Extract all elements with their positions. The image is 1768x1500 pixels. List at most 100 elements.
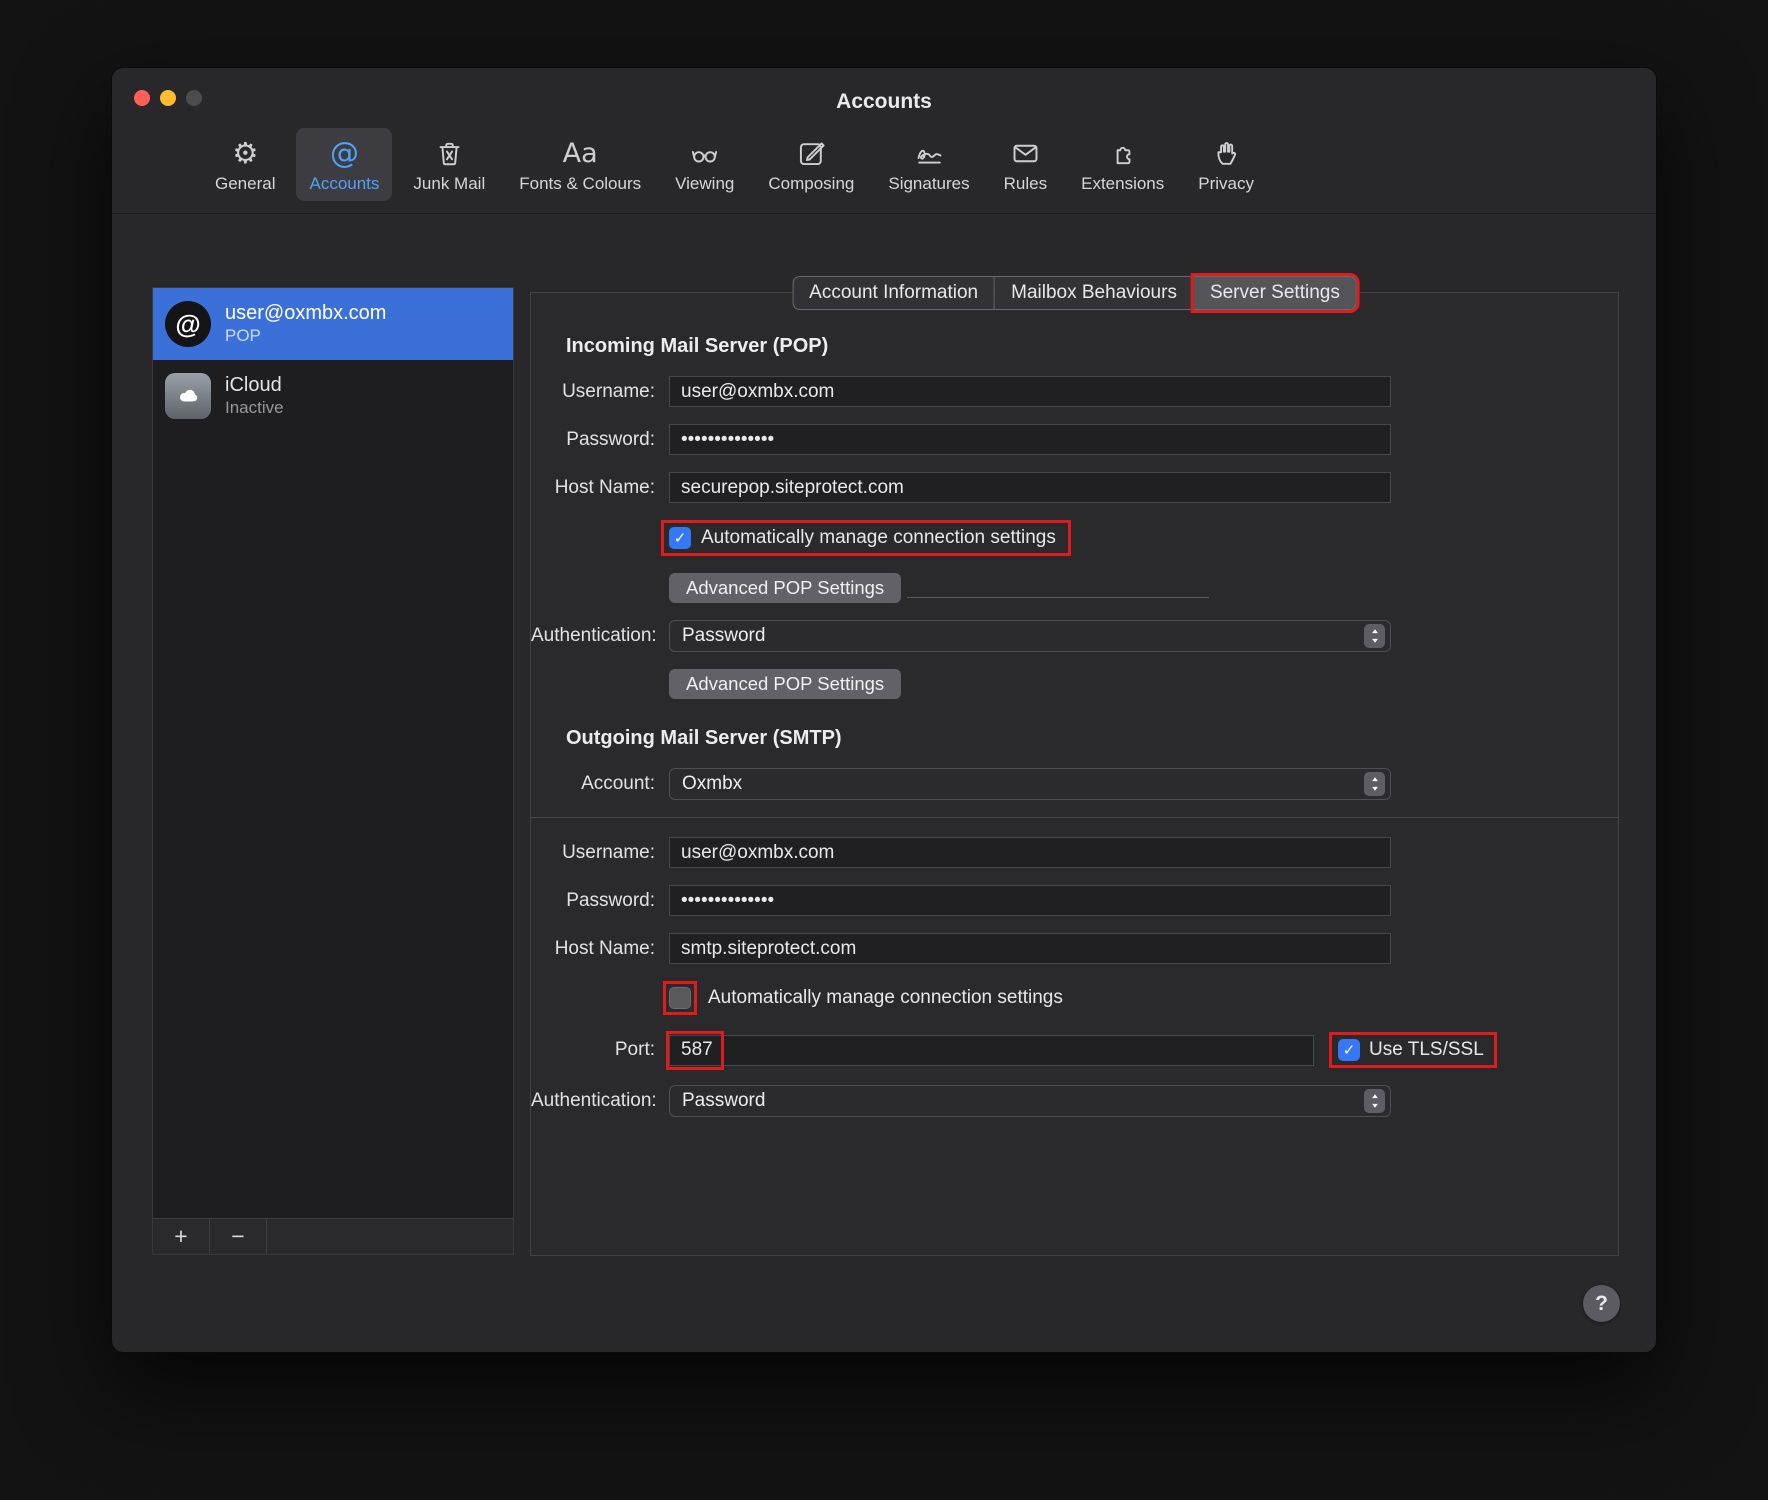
toolbar-item-general[interactable]: ⚙ General [202,128,288,201]
password-label: Password: [531,890,655,912]
toolbar-label: Rules [1004,174,1047,194]
account-label: Account: [531,773,655,795]
smtp-username-row: Username: user@oxmbx.com [531,837,1618,868]
smtp-authentication-select[interactable]: Password [669,1085,1391,1117]
account-name: iCloud [225,374,284,397]
popup-stepper-icon [1364,1089,1385,1113]
smtp-host-value: smtp.siteprotect.com [681,938,856,960]
smtp-auto-manage-label: Automatically manage connection settings [708,987,1063,1009]
toolbar-item-signatures[interactable]: Signatures [875,128,982,201]
annotation-box-tls: Use TLS/SSL [1329,1032,1497,1068]
toolbar-label: Composing [768,174,854,194]
port-label: Port: [531,1039,655,1061]
annotation-box-port: 587 [666,1031,724,1070]
advanced-pop-settings-button-2[interactable]: Advanced POP Settings [669,669,901,699]
tab-account-information[interactable]: Account Information [792,276,995,310]
smtp-username-value: user@oxmbx.com [681,842,834,864]
toolbar-label: Signatures [888,174,969,194]
authentication-label: Authentication: [531,625,655,647]
incoming-username-value: user@oxmbx.com [681,381,834,403]
incoming-password-row: Password: •••••••••••••• [531,424,1618,455]
gear-icon: ⚙ [232,135,258,171]
popup-stepper-icon [1364,624,1385,648]
annotation-box-incoming-auto-manage: Automatically manage connection settings [661,520,1071,556]
server-settings-form: Incoming Mail Server (POP) Username: use… [531,293,1618,1255]
window-title: Accounts [112,90,1656,114]
incoming-auto-manage-label: Automatically manage connection settings [701,527,1056,549]
smtp-host-field[interactable]: smtp.siteprotect.com [669,933,1391,964]
toolbar-item-viewing[interactable]: Viewing [662,128,747,201]
incoming-section-heading: Incoming Mail Server (POP) [566,335,1618,358]
smtp-port-field[interactable]: 587 [669,1035,1314,1066]
incoming-host-field[interactable]: securepop.siteprotect.com [669,472,1391,503]
incoming-host-row: Host Name: securepop.siteprotect.com [531,472,1618,503]
tab-mailbox-behaviours[interactable]: Mailbox Behaviours [995,276,1194,310]
smtp-account-value: Oxmbx [682,773,742,795]
envelope-icon [1010,135,1041,171]
smtp-username-field[interactable]: user@oxmbx.com [669,837,1391,868]
username-label: Username: [531,842,655,864]
account-text: iCloud Inactive [225,374,284,418]
use-tls-ssl-checkbox[interactable] [1338,1039,1360,1061]
account-text: user@oxmbx.com POP [225,302,386,346]
advanced-pop-settings-row-2: Advanced POP Settings [531,669,1618,699]
account-list-item-icloud[interactable]: iCloud Inactive [153,360,513,432]
account-type-badge: POP [225,326,386,346]
incoming-authentication-row: Authentication: Password [531,620,1618,652]
host-name-label: Host Name: [531,938,655,960]
incoming-host-value: securepop.siteprotect.com [681,477,904,499]
toolbar-label: Privacy [1198,174,1254,194]
password-label: Password: [531,429,655,451]
toolbar-label: Junk Mail [413,174,485,194]
smtp-auto-manage-row: Automatically manage connection settings [531,981,1618,1015]
puzzle-icon [1107,135,1138,171]
smtp-password-field[interactable]: •••••••••••••• [669,885,1391,916]
tab-bar: Account Information Mailbox Behaviours S… [792,276,1357,310]
toolbar-item-rules[interactable]: Rules [991,128,1060,201]
incoming-username-field[interactable]: user@oxmbx.com [669,376,1391,407]
smtp-port-value: 587 [681,1039,713,1061]
toolbar-label: Fonts & Colours [519,174,641,194]
smtp-host-row: Host Name: smtp.siteprotect.com [531,933,1618,964]
add-account-button[interactable]: + [153,1219,210,1254]
incoming-username-row: Username: user@oxmbx.com [531,376,1618,407]
titlebar[interactable]: Accounts [112,68,1656,126]
smtp-account-select[interactable]: Oxmbx [669,768,1391,800]
toolbar-item-accounts[interactable]: @ Accounts [296,128,392,201]
preferences-content: @ user@oxmbx.com POP iCloud Inactive + − [112,214,1656,1352]
hand-icon [1211,135,1242,171]
advanced-pop-settings-button-1[interactable]: Advanced POP Settings [669,573,901,603]
divider-line [907,597,1209,598]
smtp-auto-manage-checkbox[interactable] [669,987,691,1009]
incoming-password-field[interactable]: •••••••••••••• [669,424,1391,455]
outgoing-section-heading: Outgoing Mail Server (SMTP) [566,727,1618,750]
smtp-authentication-row: Authentication: Password [531,1085,1618,1117]
smtp-password-value: •••••••••••••• [681,890,774,912]
section-divider [531,817,1618,818]
account-status: Inactive [225,398,284,418]
account-list-item-oxmbx[interactable]: @ user@oxmbx.com POP [153,288,513,360]
signature-icon [914,135,945,171]
account-name: user@oxmbx.com [225,302,386,325]
trash-icon [434,135,465,171]
remove-account-button[interactable]: − [210,1219,267,1254]
toolbar-item-privacy[interactable]: Privacy [1185,128,1267,201]
preferences-toolbar: ⚙ General @ Accounts Junk Mail Aa Fonts … [112,126,1656,214]
toolbar-item-composing[interactable]: Composing [755,128,867,201]
tab-server-settings[interactable]: Server Settings [1194,276,1357,310]
fonts-icon: Aa [563,135,598,171]
toolbar-label: Accounts [309,174,379,194]
incoming-auto-manage-checkbox[interactable] [669,527,691,549]
incoming-authentication-select[interactable]: Password [669,620,1391,652]
advanced-pop-settings-row-1: Advanced POP Settings [531,573,1618,603]
toolbar-item-fonts-colours[interactable]: Aa Fonts & Colours [506,128,654,201]
annotation-box-smtp-auto-manage [663,981,697,1015]
at-icon: @ [330,135,359,171]
mail-preferences-window: Accounts ⚙ General @ Accounts Junk Mail … [111,67,1657,1353]
toolbar-item-extensions[interactable]: Extensions [1068,128,1177,201]
toolbar-label: Viewing [675,174,734,194]
incoming-authentication-value: Password [682,625,765,647]
toolbar-item-junk-mail[interactable]: Junk Mail [400,128,498,201]
smtp-port-row: Port: 587 Use TLS/SSL [531,1032,1618,1068]
help-button[interactable]: ? [1583,1285,1620,1322]
